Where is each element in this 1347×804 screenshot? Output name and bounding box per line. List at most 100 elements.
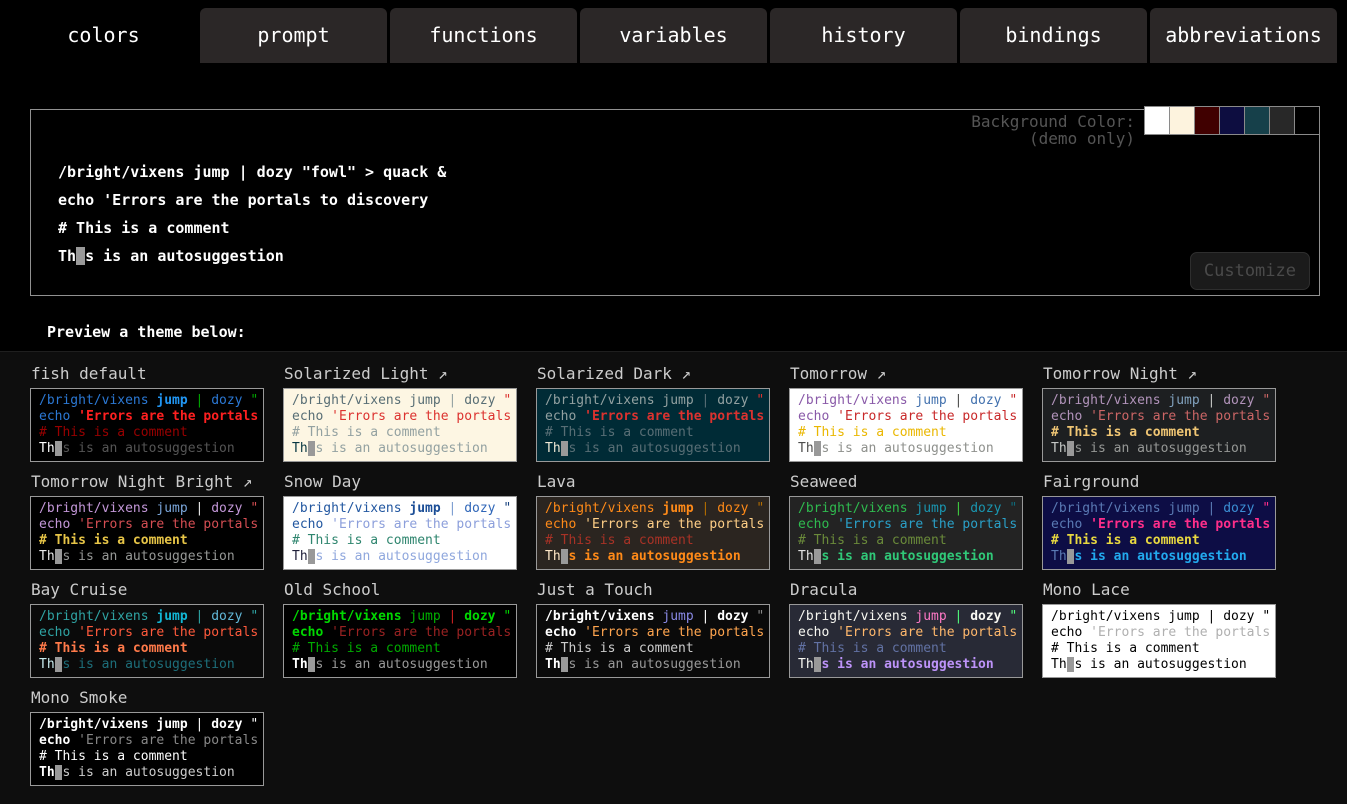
theme-card-lava[interactable]: Lava/bright/vixens jump | dozy "echo 'Er… [536,462,789,570]
theme-preview-box[interactable]: /bright/vixens jump | dozy "echo 'Errors… [536,388,770,462]
theme-preview-box[interactable]: /bright/vixens jump | dozy "echo 'Errors… [30,604,264,678]
code-line: # This is a comment [1051,425,1275,441]
theme-card-tomorrow[interactable]: Tomorrow ↗/bright/vixens jump | dozy "ec… [789,354,1042,462]
bg-swatch-1[interactable] [1169,106,1195,135]
theme-title: Tomorrow Night ↗ [1043,364,1295,383]
code-span: s is an autosuggestion [821,657,993,672]
theme-preview-box[interactable]: /bright/vixens jump | dozy "echo 'Errors… [789,604,1023,678]
external-link-icon[interactable]: ↗ [429,364,448,383]
code-line: This is an autosuggestion [545,657,769,673]
code-line: This is an autosuggestion [58,242,1319,270]
code-line: echo 'Errors are the portals [545,409,769,425]
theme-card-seaweed[interactable]: Seaweed/bright/vixens jump | dozy "echo … [789,462,1042,570]
theme-title: Old School [284,580,536,599]
code-span: Th [1051,441,1067,456]
code-line: echo 'Errors are the portals [39,625,263,641]
code-span: 'Errors are the portals [78,733,258,748]
code-span: dozy [970,393,1009,408]
code-span: 'Errors are the portals [584,409,764,424]
code-span: Th [58,247,76,265]
theme-card-tomorrow-night-bright[interactable]: Tomorrow Night Bright ↗/bright/vixens ju… [30,462,283,570]
code-span: # This is a comment [39,749,188,764]
theme-preview-box[interactable]: /bright/vixens jump | dozy "echo 'Errors… [789,496,1023,570]
tab-colors[interactable]: colors [10,8,197,63]
theme-name: Just a Touch [537,580,653,599]
external-link-icon[interactable]: ↗ [867,364,886,383]
theme-card-bay-cruise[interactable]: Bay Cruise/bright/vixens jump | dozy "ec… [30,570,283,678]
theme-card-fairground[interactable]: Fairground/bright/vixens jump | dozy "ec… [1042,462,1295,570]
theme-card-mono-smoke[interactable]: Mono Smoke/bright/vixens jump | dozy "ec… [30,678,283,786]
theme-preview-box[interactable]: /bright/vixens jump | dozy "echo 'Errors… [283,496,517,570]
bg-swatch-4[interactable] [1244,106,1270,135]
theme-preview-box[interactable]: /bright/vixens jump | dozy "echo 'Errors… [536,496,770,570]
theme-card-just-a-touch[interactable]: Just a Touch/bright/vixens jump | dozy "… [536,570,789,678]
code-span: echo [39,625,78,640]
bg-swatch-0[interactable] [1144,106,1170,135]
theme-card-solarized-light[interactable]: Solarized Light ↗ /bright/vixens jump | d… [283,354,536,462]
theme-preview-box[interactable]: /bright/vixens jump | dozy "echo 'Errors… [30,712,264,786]
theme-card-dracula[interactable]: Dracula/bright/vixens jump | dozy "echo … [789,570,1042,678]
bg-swatch-6[interactable] [1294,106,1320,135]
bg-swatch-3[interactable] [1219,106,1245,135]
theme-card-fish-default[interactable]: fish default/bright/vixens jump | dozy "… [30,354,283,462]
code-span: dozy [464,609,503,624]
tab-bindings[interactable]: bindings [960,8,1147,63]
theme-card-mono-lace[interactable]: Mono Lace/bright/vixens jump | dozy "ech… [1042,570,1295,678]
code-line: # This is a comment [292,533,516,549]
external-link-icon[interactable]: ↗ [1178,364,1197,383]
theme-preview-box[interactable]: /bright/vixens jump | dozy "echo 'Errors… [789,388,1023,462]
code-span: Th [292,549,308,564]
tab-functions[interactable]: functions [390,8,577,63]
theme-preview-box[interactable]: /bright/vixens jump | dozy "echo 'Errors… [1042,388,1276,462]
code-span: jump [915,609,954,624]
code-line: This is an autosuggestion [545,549,769,565]
theme-card-tomorrow-night[interactable]: Tomorrow Night ↗ /bright/vixens jump | do… [1042,354,1295,462]
code-span: | [1208,393,1224,408]
code-span: echo [545,625,584,640]
code-line: # This is a comment [798,641,1022,657]
code-span: 'Errors are the portals [78,409,258,424]
code-span: # This is a comment [39,425,188,440]
theme-card-old-school[interactable]: Old School/bright/vixens jump | dozy "ec… [283,570,536,678]
code-span: s is an autosuggestion [568,657,740,672]
code-line: echo 'Errors are the portals [39,517,263,533]
code-line: /bright/vixens jump | dozy " [1051,609,1275,625]
tab-history[interactable]: history [770,8,957,63]
bg-swatch-5[interactable] [1269,106,1295,135]
theme-card-snow-day[interactable]: Snow Day/bright/vixens jump | dozy "echo… [283,462,536,570]
code-line: /bright/vixens jump | dozy " [39,393,263,409]
code-span: echo [1051,625,1090,640]
code-span: " [1009,393,1017,408]
code-span: jump [662,501,701,516]
tab-prompt[interactable]: prompt [200,8,387,63]
code-line: /bright/vixens jump | dozy " [798,609,1022,625]
code-span: | [196,609,212,624]
theme-card-solarized-dark[interactable]: Solarized Dark ↗/bright/vixens jump | do… [536,354,789,462]
code-span: s is an autosuggestion [62,549,234,564]
code-line: /bright/vixens jump | dozy " [39,609,263,625]
tab-variables[interactable]: variables [580,8,767,63]
code-line: # This is a comment [1051,533,1275,549]
code-span: | [196,501,212,516]
bg-swatch-2[interactable] [1194,106,1220,135]
code-span: echo [292,625,331,640]
code-line: echo 'Errors are the portals [798,517,1022,533]
theme-preview-box[interactable]: /bright/vixens jump | dozy "echo 'Errors… [283,604,517,678]
theme-title: Solarized Light ↗ [284,364,536,383]
theme-preview-box[interactable]: /bright/vixens jump | dozy "echo 'Errors… [1042,496,1276,570]
code-span: echo [545,517,584,532]
theme-name: Dracula [790,580,857,599]
code-span: " [1009,501,1017,516]
tab-abbreviations[interactable]: abbreviations [1150,8,1337,63]
theme-preview-box[interactable]: /bright/vixens jump | dozy "echo 'Errors… [30,496,264,570]
external-link-icon[interactable]: ↗ [233,472,252,491]
theme-preview-box[interactable]: /bright/vixens jump | dozy "echo 'Errors… [283,388,517,462]
theme-preview-box[interactable]: /bright/vixens jump | dozy "echo 'Errors… [536,604,770,678]
theme-preview-box[interactable]: /bright/vixens jump | dozy "echo 'Errors… [30,388,264,462]
code-span: Th [292,657,308,672]
code-span: /bright/vixens [1051,501,1168,516]
external-link-icon[interactable]: ↗ [672,364,691,383]
theme-preview-box[interactable]: /bright/vixens jump | dozy "echo 'Errors… [1042,604,1276,678]
tab-bar: colorspromptfunctionsvariableshistorybin… [0,0,1347,63]
customize-button[interactable]: Customize [1190,252,1310,290]
